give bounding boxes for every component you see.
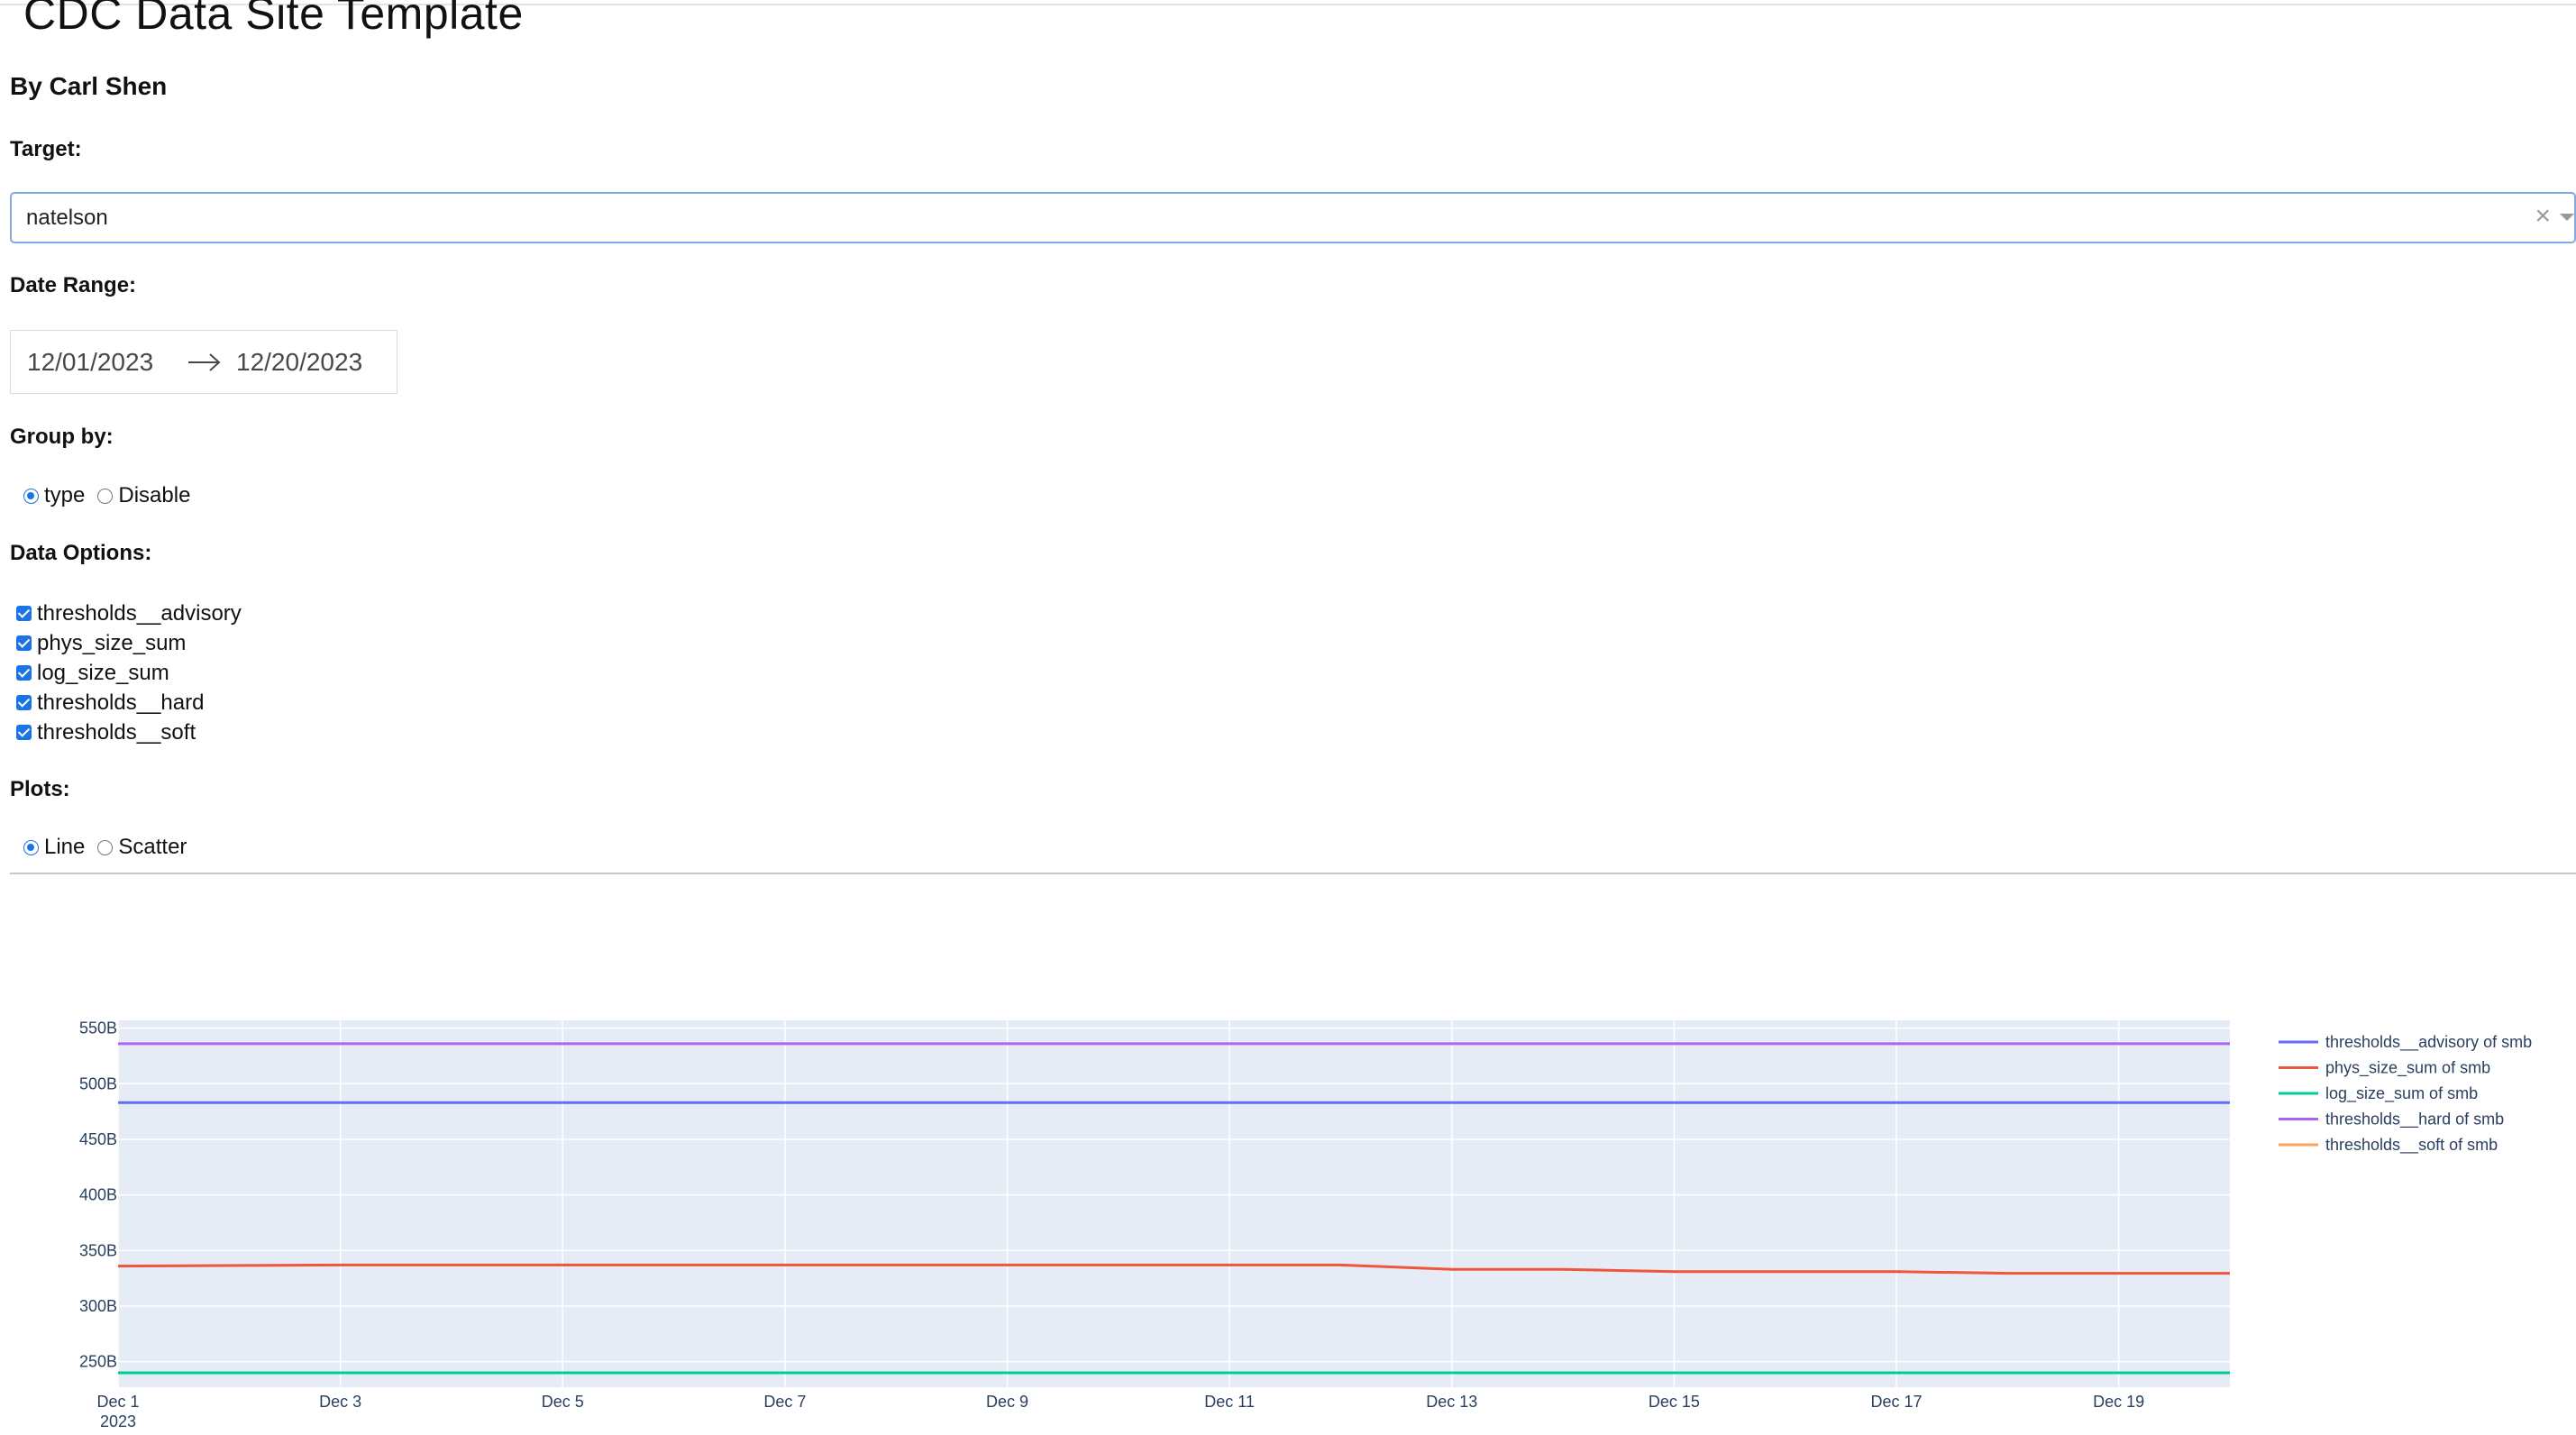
x-tick-label: Dec 1: [96, 1393, 139, 1411]
y-tick-label: 300B: [79, 1297, 117, 1315]
end-date-input[interactable]: 12/20/2023: [236, 348, 362, 377]
plot-option-line[interactable]: Line: [23, 835, 85, 860]
data-options-label: Data Options:: [10, 541, 152, 565]
radio-unselected-icon[interactable]: [97, 839, 114, 855]
section-divider: [10, 873, 2576, 874]
legend-entry: log_size_sum of smb: [2325, 1084, 2478, 1103]
checkbox-label: phys_size_sum: [37, 630, 187, 655]
y-tick-label: 350B: [79, 1241, 117, 1259]
author-byline: By Carl Shen: [10, 72, 168, 100]
clear-icon[interactable]: ×: [2535, 203, 2551, 230]
checkbox-checked-icon[interactable]: [16, 725, 32, 740]
plots-radio-group: Line Scatter: [23, 835, 199, 860]
checkbox-checked-icon[interactable]: [16, 695, 32, 710]
y-tick-label: 500B: [79, 1074, 117, 1092]
radio-selected-icon[interactable]: [23, 839, 39, 855]
legend-entry: thresholds__soft of smb: [2325, 1136, 2498, 1155]
x-tick-label: Dec 19: [2093, 1393, 2144, 1411]
x-tick-label: Dec 15: [1649, 1393, 1700, 1411]
plot-area: [118, 1020, 2230, 1387]
x-tick-label: Dec 11: [1204, 1393, 1255, 1411]
radio-selected-icon[interactable]: [23, 488, 39, 504]
checklist-item-thresholds-soft[interactable]: thresholds__soft: [16, 718, 242, 747]
checkbox-checked-icon[interactable]: [16, 665, 32, 681]
x-tick-label: Dec 17: [1871, 1393, 1923, 1411]
checkbox-label: log_size_sum: [37, 660, 169, 685]
plot-option-scatter[interactable]: Scatter: [97, 835, 187, 860]
y-tick-label: 550B: [79, 1019, 117, 1037]
target-label: Target:: [10, 137, 82, 161]
legend-entry: phys_size_sum of smb: [2325, 1059, 2490, 1078]
x-tick-label: Dec 3: [319, 1393, 361, 1411]
x-tick-label: Dec 7: [763, 1393, 806, 1411]
checklist-item-thresholds-hard[interactable]: thresholds__hard: [16, 688, 242, 718]
start-date-input[interactable]: 12/01/2023: [27, 348, 153, 377]
target-dropdown[interactable]: natelson ×: [10, 192, 2576, 243]
data-options-checklist: thresholds__advisory phys_size_sum log_s…: [16, 599, 242, 747]
radio-label: Scatter: [118, 835, 187, 859]
group-by-label: Group by:: [10, 425, 114, 449]
legend-entry: thresholds__hard of smb: [2325, 1111, 2504, 1129]
y-tick-label: 450B: [79, 1130, 117, 1148]
y-tick-label: 250B: [79, 1353, 117, 1371]
x-tick-label: Dec 9: [986, 1393, 1028, 1411]
radio-label: Disable: [118, 483, 191, 507]
chevron-down-icon[interactable]: [2560, 214, 2574, 221]
checklist-item-log-size-sum[interactable]: log_size_sum: [16, 658, 242, 688]
checklist-item-phys-size-sum[interactable]: phys_size_sum: [16, 628, 242, 658]
checkbox-label: thresholds__soft: [37, 719, 196, 745]
radio-label: Line: [44, 835, 86, 859]
x-tick-label: Dec 5: [542, 1393, 584, 1411]
chart-svg: Dec 1 Dec 3 Dec 5 Dec 7 Dec 9 Dec 11 Dec 13 Dec…: [79, 1019, 2532, 1430]
checkbox-label: thresholds__advisory: [37, 600, 242, 626]
group-by-option-disable[interactable]: Disable: [97, 483, 190, 508]
x-year-label: 2023: [100, 1412, 136, 1430]
radio-label: type: [44, 483, 86, 507]
plots-label: Plots:: [10, 777, 70, 801]
checkbox-checked-icon[interactable]: [16, 635, 32, 651]
line-chart[interactable]: Dec 1 Dec 3 Dec 5 Dec 7 Dec 9 Dec 11 Dec 13 Dec…: [0, 973, 2576, 1435]
checkbox-label: thresholds__hard: [37, 690, 205, 715]
target-selected-value: natelson: [26, 206, 108, 230]
x-tick-label: Dec 13: [1426, 1393, 1477, 1411]
y-tick-label: 400B: [79, 1186, 117, 1204]
radio-unselected-icon[interactable]: [97, 488, 114, 504]
page-title: CDC Data Site Template: [23, 0, 524, 39]
arrow-right-icon: [187, 352, 222, 378]
date-range-label: Date Range:: [10, 273, 137, 297]
group-by-radio-group: type Disable: [23, 483, 203, 508]
checklist-item-thresholds-advisory[interactable]: thresholds__advisory: [16, 599, 242, 628]
group-by-option-type[interactable]: type: [23, 483, 85, 508]
date-range-picker: 12/01/2023 12/20/2023: [10, 330, 397, 394]
checkbox-checked-icon[interactable]: [16, 606, 32, 621]
legend-entry: thresholds__advisory of smb: [2325, 1033, 2532, 1052]
